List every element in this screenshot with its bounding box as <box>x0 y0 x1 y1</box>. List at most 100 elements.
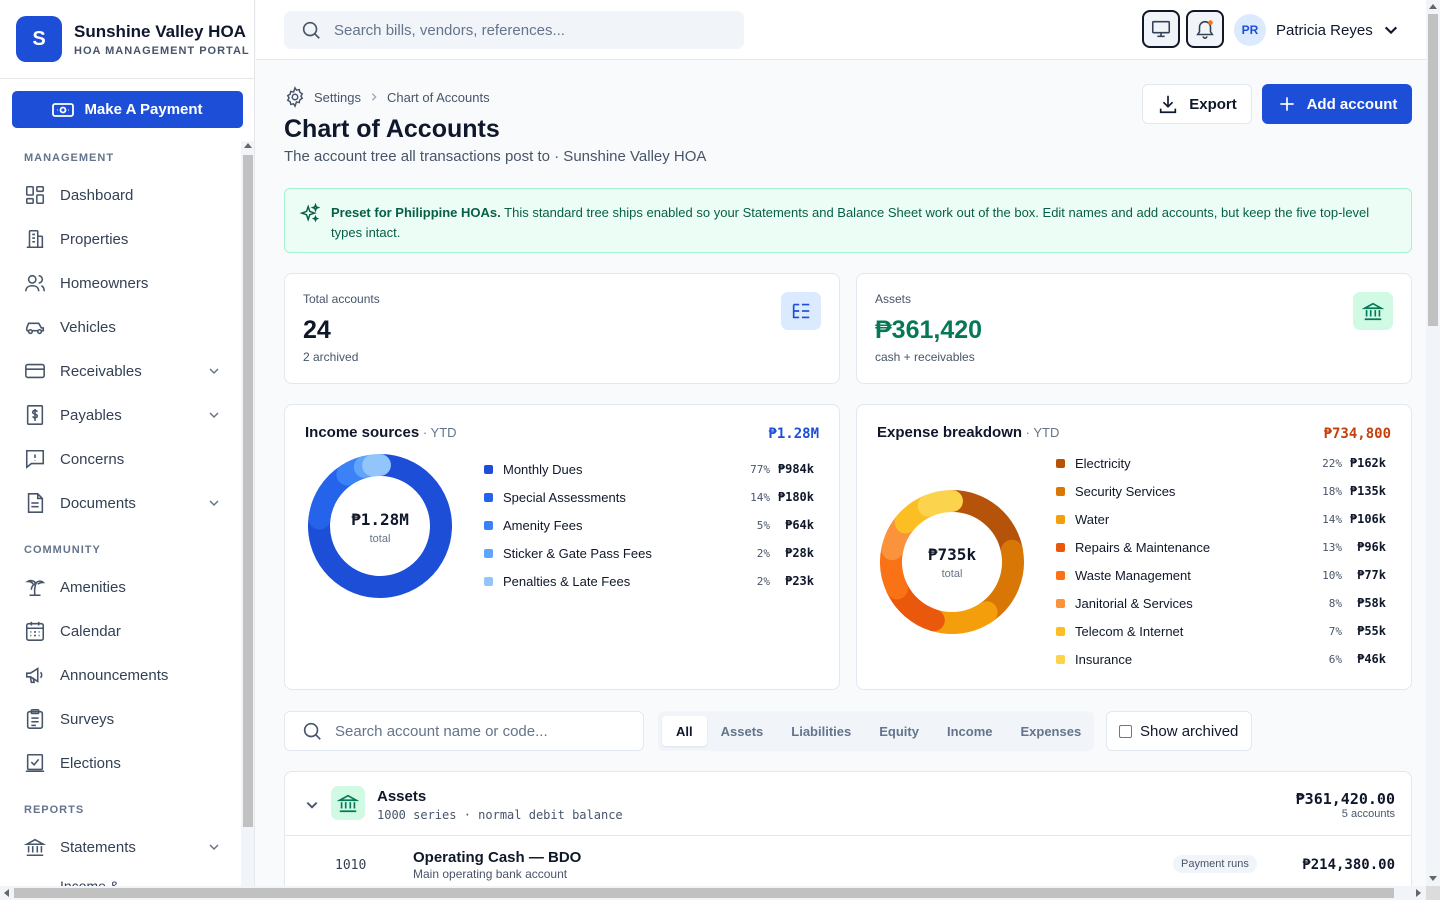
sidebar-item-statements[interactable]: Statements <box>24 835 220 859</box>
sidebar-scrollbar[interactable] <box>241 141 254 886</box>
user-menu[interactable]: PR Patricia Reyes <box>1234 14 1399 46</box>
vertical-scroll-thumb[interactable] <box>1428 14 1438 326</box>
legend-item: Monthly Dues 77% ₱984k <box>484 459 814 479</box>
sidebar-item-vehicles[interactable]: Vehicles <box>24 315 220 339</box>
expense-title: Expense breakdown · YTD <box>877 424 1059 441</box>
scroll-right-arrow[interactable] <box>1416 889 1421 897</box>
sidebar-item-documents[interactable]: Documents <box>24 491 220 515</box>
account-search-input[interactable]: Search account name or code... <box>284 711 644 751</box>
sidebar-item-calendar[interactable]: Calendar <box>24 619 220 643</box>
account-group-assets[interactable]: Assets 1000 series · normal debit balanc… <box>285 772 1411 836</box>
sidebar-item-payables[interactable]: Payables <box>24 403 220 427</box>
legend-percent: 14% <box>1322 512 1342 526</box>
expense-period: · YTD <box>1022 425 1060 440</box>
legend-amount: ₱46k <box>1357 652 1386 666</box>
legend-amount: ₱28k <box>785 546 814 560</box>
stat-label: Assets <box>875 292 912 306</box>
sidebar-item-announcements[interactable]: Announcements <box>24 663 220 687</box>
sidebar-scroll-thumb[interactable] <box>243 155 253 827</box>
brand[interactable]: S Sunshine Valley HOA HOA MANAGEMENT POR… <box>16 16 250 62</box>
income-total: ₱1.28M <box>768 426 819 442</box>
horizontal-scroll-thumb[interactable] <box>14 888 1394 898</box>
legend-amount: ₱180k <box>777 490 814 504</box>
expense-slice-7[interactable] <box>917 490 963 517</box>
bank-icon <box>1353 292 1393 330</box>
tab-equity[interactable]: Equity <box>865 716 933 746</box>
notifications-button[interactable] <box>1186 10 1224 48</box>
sidebar-item-surveys[interactable]: Surveys <box>24 707 220 731</box>
legend-item: Electricity 22% ₱162k <box>1056 453 1386 473</box>
legend-percent: 14% <box>750 490 770 504</box>
scroll-down-arrow[interactable] <box>1429 876 1437 881</box>
palm-tree-icon <box>25 579 46 597</box>
car-icon <box>25 322 45 335</box>
chevron-down-icon[interactable] <box>305 798 319 812</box>
legend-percent: 22% <box>1322 456 1342 470</box>
account-search-placeholder: Search account name or code... <box>335 722 548 740</box>
legend-percent: 8% <box>1328 596 1342 610</box>
sidebar-item-amenities[interactable]: Amenities <box>24 575 220 599</box>
page-horizontal-scrollbar[interactable] <box>0 886 1426 900</box>
tab-liabilities[interactable]: Liabilities <box>777 716 865 746</box>
tab-expenses[interactable]: Expenses <box>1006 716 1095 746</box>
add-account-button[interactable]: Add account <box>1262 84 1412 124</box>
legend-label: Repairs & Maintenance <box>1075 539 1211 555</box>
sidebar: S Sunshine Valley HOA HOA MANAGEMENT POR… <box>0 0 255 886</box>
page-vertical-scrollbar[interactable] <box>1426 0 1440 886</box>
dashboard-icon <box>25 185 45 205</box>
show-archived-checkbox[interactable] <box>1119 724 1132 738</box>
sidebar-item-receivables[interactable]: Receivables <box>24 359 220 383</box>
sidebar-item-label: Calendar <box>60 622 121 640</box>
chevron-down-icon <box>209 368 219 375</box>
show-archived-label: Show archived <box>1140 722 1239 740</box>
legend-amount: ₱984k <box>777 462 814 476</box>
message-alert-icon <box>25 449 45 469</box>
make-payment-button[interactable]: Make A Payment <box>12 91 243 128</box>
sidebar-item-properties[interactable]: Properties <box>24 227 220 251</box>
sidebar-item-label: Elections <box>60 754 121 772</box>
legend-swatch <box>1056 458 1065 468</box>
breadcrumb-current: Chart of Accounts <box>386 89 490 105</box>
sparkles-icon <box>299 203 321 223</box>
sidebar-item-income-statement[interactable]: Income & <box>60 874 254 886</box>
users-icon <box>25 274 45 292</box>
tab-assets[interactable]: Assets <box>707 716 778 746</box>
sidebar-item-elections[interactable]: Elections <box>24 751 220 775</box>
expense-center-label: total <box>941 568 963 580</box>
account-type-tabs: All Assets Liabilities Equity Income Exp… <box>658 711 1094 751</box>
tab-income[interactable]: Income <box>933 716 1007 746</box>
scroll-up-arrow[interactable] <box>1429 4 1437 9</box>
total-accounts-card: Total accounts 24 2 archived <box>284 273 840 384</box>
sidebar-item-concerns[interactable]: Concerns <box>24 447 220 471</box>
stat-value: ₱361,420 <box>875 316 983 344</box>
sidebar-item-homeowners[interactable]: Homeowners <box>24 271 220 295</box>
expense-breakdown-card: Expense breakdown · YTD ₱734,800 ₱735k t… <box>856 404 1412 690</box>
download-icon <box>1160 95 1177 114</box>
gear-icon <box>286 86 304 108</box>
legend-swatch <box>484 464 493 474</box>
account-name: Operating Cash — BDO <box>413 849 582 866</box>
legend-swatch <box>484 548 493 558</box>
breadcrumb-settings[interactable]: Settings <box>314 90 361 105</box>
sidebar-item-dashboard[interactable]: Dashboard <box>24 183 220 207</box>
table-row[interactable]: 1010 Operating Cash — BDO Main operating… <box>285 836 1411 886</box>
global-search-input[interactable]: Search bills, vendors, references... <box>284 11 744 49</box>
show-archived-toggle[interactable]: Show archived <box>1106 711 1252 751</box>
sidebar-scroll-up-arrow[interactable] <box>244 143 252 148</box>
income-donut-center: ₱1.28M total <box>340 510 420 545</box>
assets-card: Assets ₱361,420 cash + receivables <box>856 273 1412 384</box>
legend-item: Special Assessments 14% ₱180k <box>484 487 814 507</box>
scroll-left-arrow[interactable] <box>4 889 9 897</box>
legend-swatch <box>1056 626 1065 636</box>
account-balance: ₱214,380.00 <box>1302 857 1395 873</box>
expense-slice-0[interactable] <box>941 490 1023 562</box>
tab-all[interactable]: All <box>662 716 707 746</box>
document-icon <box>27 493 44 513</box>
export-button[interactable]: Export <box>1142 84 1252 124</box>
legend-label: Water <box>1075 511 1110 527</box>
legend-item: Sticker & Gate Pass Fees 2% ₱28k <box>484 543 814 563</box>
display-mode-button[interactable] <box>1142 10 1180 48</box>
group-total: ₱361,420.00 <box>1295 790 1395 808</box>
legend-swatch <box>1056 654 1065 664</box>
legend-amount: ₱64k <box>785 518 814 532</box>
